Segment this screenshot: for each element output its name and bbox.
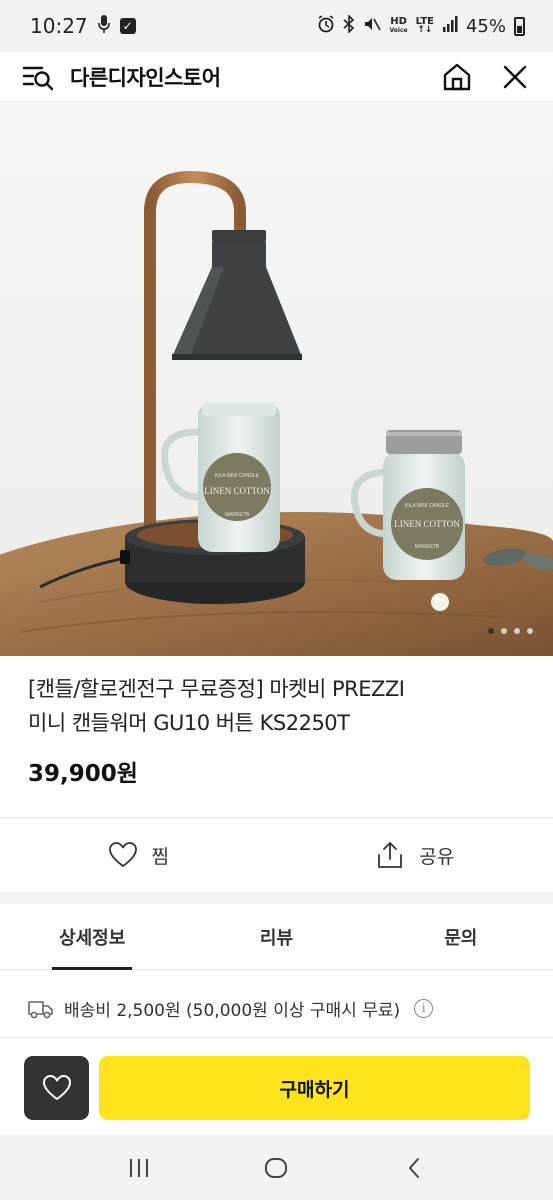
recent-apps-button[interactable] bbox=[119, 1148, 159, 1188]
section-gap bbox=[0, 892, 553, 904]
heart-outline-icon bbox=[42, 1075, 71, 1100]
product-photo: KILA MINI CANDLE LINEN COTTON MARKETB KI… bbox=[0, 102, 553, 656]
back-chevron-icon bbox=[409, 1157, 420, 1178]
lte-indicator: LTE ↑↓ bbox=[416, 17, 434, 35]
checkbox-notification-icon: ✓ bbox=[119, 18, 136, 34]
system-nav-bar bbox=[0, 1135, 553, 1200]
shipping-info: 배송비 2,500원 (50,000원 이상 구매시 무료) i bbox=[28, 996, 434, 1021]
share-action-button[interactable]: 공유 bbox=[277, 818, 553, 892]
status-bar: 10:27 ✓ HD Voice LTE ↑↓ 45% bbox=[0, 0, 553, 52]
jar-label-name: LINEN COTTON bbox=[204, 486, 270, 496]
signal-icon bbox=[442, 15, 458, 37]
product-actions: 찜 공유 bbox=[0, 818, 553, 892]
battery-percent: 45% bbox=[465, 15, 506, 37]
tab-inquiry[interactable]: 문의 bbox=[369, 904, 553, 969]
share-label: 공유 bbox=[419, 845, 455, 868]
jar2-label-name: LINEN COTTON bbox=[394, 519, 460, 529]
jar2-label-maker: MARKETB bbox=[415, 544, 440, 550]
home-icon[interactable] bbox=[441, 61, 473, 93]
status-right: HD Voice LTE ↑↓ 45% bbox=[317, 13, 525, 38]
bottom-purchase-bar: 구매하기 bbox=[0, 1037, 553, 1135]
wishlist-button[interactable] bbox=[24, 1056, 89, 1120]
app-header: 다른디자인스토어 bbox=[0, 52, 553, 102]
share-icon bbox=[378, 842, 403, 868]
shipping-text: 배송비 2,500원 (50,000원 이상 구매시 무료) bbox=[64, 1001, 401, 1021]
product-image-carousel[interactable]: KILA MINI CANDLE LINEN COTTON MARKETB KI… bbox=[0, 102, 553, 656]
alarm-icon bbox=[317, 14, 335, 38]
category-search-menu-icon[interactable] bbox=[22, 61, 54, 93]
info-icon[interactable]: i bbox=[414, 999, 434, 1018]
carousel-indicator bbox=[488, 628, 533, 634]
carousel-dot[interactable] bbox=[527, 628, 533, 634]
wish-label: 찜 bbox=[151, 845, 169, 868]
status-time: 10:27 bbox=[30, 14, 88, 38]
battery-icon bbox=[514, 16, 525, 36]
product-name: [캔들/할로겐전구 무료증정] 마켓비 PREZZI 미니 캔들워머 GU10 … bbox=[28, 672, 528, 740]
hd-label: HD bbox=[390, 16, 407, 27]
close-icon[interactable] bbox=[499, 61, 531, 93]
product-info: [캔들/할로겐전구 무료증정] 마켓비 PREZZI 미니 캔들워머 GU10 … bbox=[28, 672, 528, 788]
carousel-dot[interactable] bbox=[501, 628, 507, 634]
heart-icon bbox=[108, 842, 137, 867]
back-button[interactable] bbox=[394, 1148, 434, 1188]
voice-label: Voice bbox=[389, 27, 408, 34]
home-button[interactable] bbox=[256, 1148, 296, 1188]
wish-action-button[interactable]: 찜 bbox=[0, 818, 277, 892]
store-title[interactable]: 다른디자인스토어 bbox=[70, 62, 415, 92]
tab-detail-info[interactable]: 상세정보 bbox=[0, 904, 184, 970]
delivery-truck-icon bbox=[28, 1000, 53, 1018]
buy-button[interactable]: 구매하기 bbox=[99, 1056, 530, 1120]
product-price: 39,900원 bbox=[28, 761, 138, 787]
bluetooth-icon bbox=[343, 13, 355, 38]
tab-review[interactable]: 리뷰 bbox=[184, 904, 368, 969]
home-circle-icon bbox=[265, 1157, 288, 1178]
detail-tabs: 상세정보 리뷰 문의 bbox=[0, 904, 553, 970]
microphone-icon bbox=[97, 14, 110, 38]
product-name-line2: 미니 캔들워머 GU10 버튼 KS2250T bbox=[28, 711, 350, 735]
jar2-label-brand: KILA MINI CANDLE bbox=[405, 503, 450, 509]
jar-label-maker: MARKETB bbox=[225, 512, 250, 518]
data-arrows-icon: ↑↓ bbox=[417, 25, 433, 35]
hd-voice-indicator: HD Voice bbox=[389, 17, 407, 35]
jar-label-brand: KILA MINI CANDLE bbox=[215, 473, 260, 479]
recent-apps-icon bbox=[129, 1158, 148, 1177]
product-name-line1: [캔들/할로겐전구 무료증정] 마켓비 PREZZI bbox=[28, 677, 405, 701]
carousel-dot[interactable] bbox=[488, 628, 494, 634]
carousel-dot[interactable] bbox=[514, 628, 520, 634]
status-left: 10:27 ✓ bbox=[30, 14, 136, 38]
mute-icon bbox=[363, 15, 382, 38]
